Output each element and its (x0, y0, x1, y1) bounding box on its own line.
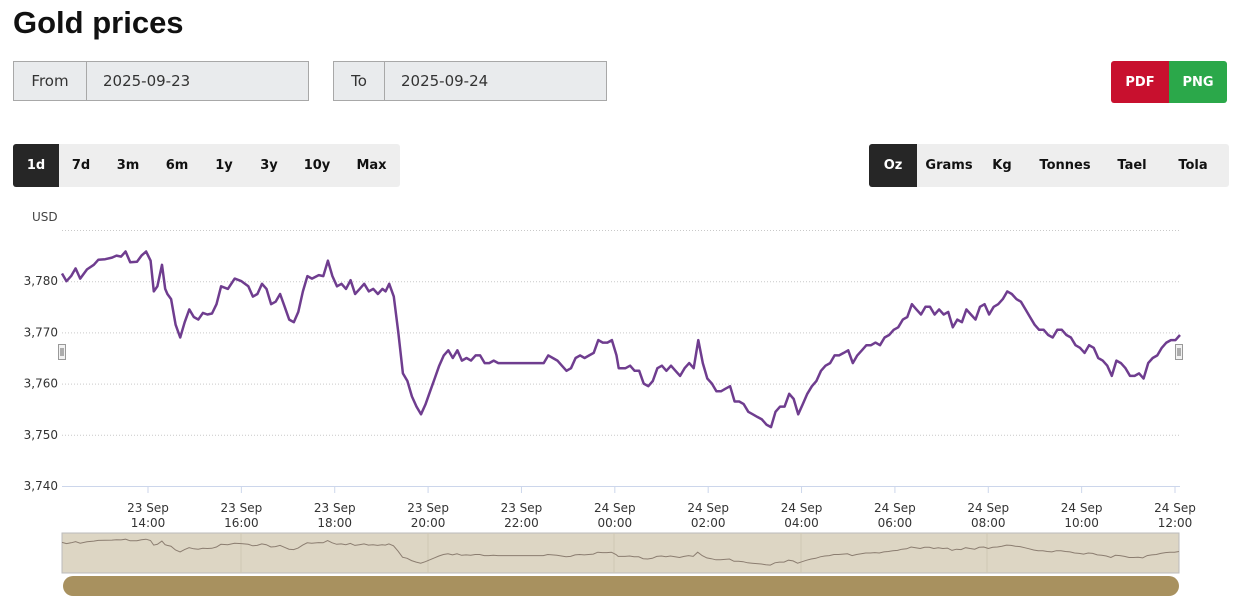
x-tick-time-label: 04:00 (784, 516, 819, 530)
unit-grams-button[interactable]: Grams (917, 144, 981, 187)
pdf-export-button[interactable]: PDF (1111, 61, 1169, 103)
x-tick-time-label: 10:00 (1064, 516, 1099, 530)
x-tick-time-label: 08:00 (971, 516, 1006, 530)
from-date-field[interactable]: From 2025-09-23 (13, 61, 309, 101)
x-tick-time-label: 22:00 (504, 516, 539, 530)
unit-oz-button[interactable]: Oz (869, 144, 917, 187)
range-max-button[interactable]: Max (343, 144, 400, 187)
y-axis-ticks: 3,740 3,750 3,760 3,770 3,780 (24, 274, 58, 493)
navigator-background (61, 532, 1180, 574)
x-tick-time-label: 12:00 (1158, 516, 1193, 530)
x-tick-time-label: 18:00 (317, 516, 352, 530)
unit-kg-button[interactable]: Kg (981, 144, 1023, 187)
navigator[interactable] (58, 344, 1183, 597)
from-label: From (14, 62, 87, 100)
x-tick-time-label: 14:00 (131, 516, 166, 530)
to-date-input[interactable]: 2025-09-24 (385, 62, 606, 100)
x-tick-day-label: 24 Sep (781, 501, 823, 515)
navigator-scrollbar[interactable] (63, 576, 1179, 596)
x-tick-day-label: 23 Sep (501, 501, 543, 515)
x-tick-day-label: 24 Sep (874, 501, 916, 515)
y-tick-label: 3,750 (24, 428, 58, 442)
x-axis-ticks: 23 Sep14:0023 Sep16:0023 Sep18:0023 Sep2… (127, 486, 1196, 530)
y-tick-label: 3,760 (24, 377, 58, 391)
price-series-line[interactable] (60, 250, 1181, 429)
png-export-button[interactable]: PNG (1169, 61, 1227, 103)
x-tick-day-label: 23 Sep (314, 501, 356, 515)
to-label: To (334, 62, 385, 100)
x-tick-time-label: 00:00 (598, 516, 633, 530)
page-title: Gold prices (13, 5, 184, 40)
grid-lines (62, 230, 1180, 436)
time-range-selector: 1d 7d 3m 6m 1y 3y 10y Max (13, 144, 400, 187)
gold-price-chart: USD 3,7403,7503,7603,7703,780 23 Sep14:0… (24, 210, 1196, 597)
y-tick-label: 3,780 (24, 274, 58, 288)
y-axis-unit-label: USD (32, 210, 58, 224)
x-tick-time-label: 16:00 (224, 516, 259, 530)
unit-tael-button[interactable]: Tael (1107, 144, 1157, 187)
x-tick-day-label: 24 Sep (967, 501, 1009, 515)
x-tick-day-label: 23 Sep (407, 501, 449, 515)
range-10y-button[interactable]: 10y (291, 144, 343, 187)
range-7d-button[interactable]: 7d (59, 144, 103, 187)
x-tick-day-label: 23 Sep (127, 501, 169, 515)
unit-tonnes-button[interactable]: Tonnes (1023, 144, 1107, 187)
range-3y-button[interactable]: 3y (247, 144, 291, 187)
to-date-field[interactable]: To 2025-09-24 (333, 61, 607, 101)
x-tick-day-label: 24 Sep (1154, 501, 1196, 515)
x-tick-day-label: 24 Sep (687, 501, 729, 515)
x-tick-day-label: 23 Sep (221, 501, 263, 515)
unit-tola-button[interactable]: Tola (1157, 144, 1229, 187)
x-tick-day-label: 24 Sep (1061, 501, 1103, 515)
navigator-left-handle[interactable] (58, 344, 66, 360)
x-tick-time-label: 06:00 (878, 516, 913, 530)
y-tick-label: 3,770 (24, 325, 58, 339)
range-1d-button[interactable]: 1d (13, 144, 59, 187)
navigator-right-handle[interactable] (1175, 344, 1183, 360)
x-tick-time-label: 02:00 (691, 516, 726, 530)
unit-selector: Oz Grams Kg Tonnes Tael Tola (869, 144, 1229, 187)
y-tick-label: 3,740 (24, 479, 58, 493)
range-3m-button[interactable]: 3m (103, 144, 153, 187)
x-tick-time-label: 20:00 (411, 516, 446, 530)
from-date-input[interactable]: 2025-09-23 (87, 62, 308, 100)
x-tick-day-label: 24 Sep (594, 501, 636, 515)
range-6m-button[interactable]: 6m (153, 144, 201, 187)
range-1y-button[interactable]: 1y (201, 144, 247, 187)
